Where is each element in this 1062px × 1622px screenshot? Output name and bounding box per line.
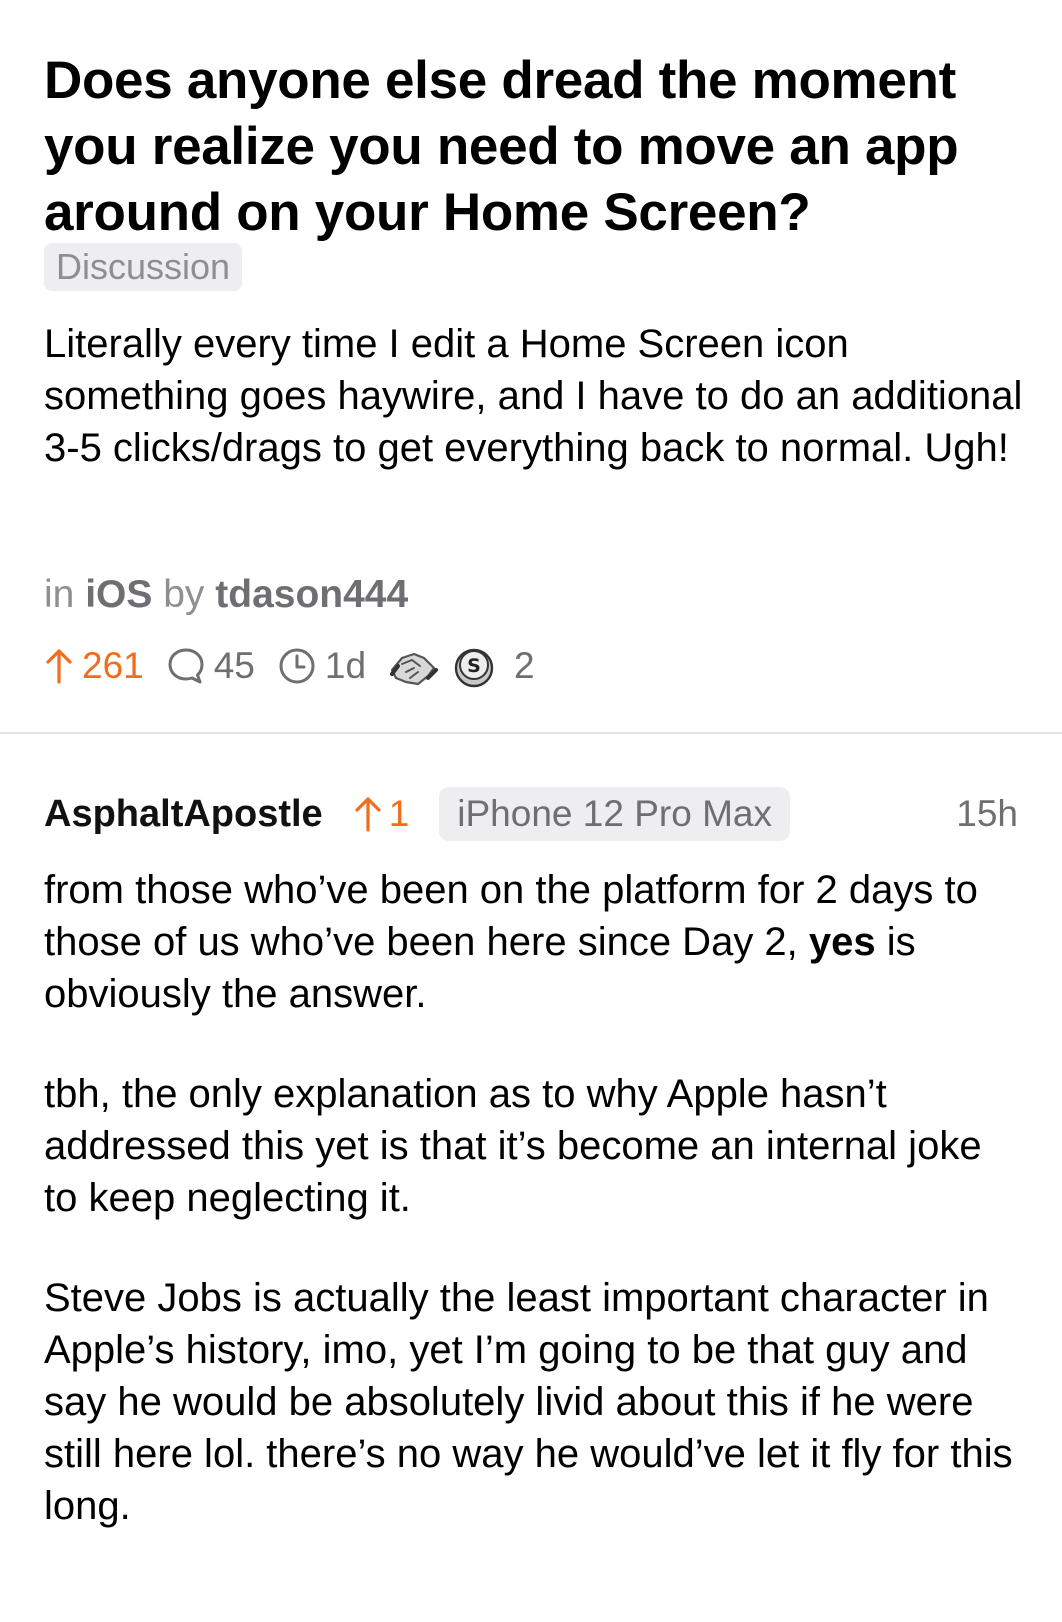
handshake-award-icon <box>390 652 439 686</box>
post-title: Does anyone else dread the moment you re… <box>44 51 959 242</box>
user-flair-badge: iPhone 12 Pro Max <box>439 787 790 841</box>
post-divider <box>0 732 1062 734</box>
comment-bubble-icon <box>168 648 204 684</box>
comment-author[interactable]: AsphaltApostle <box>44 793 323 836</box>
comment-upvote-button[interactable]: 1 <box>353 793 410 835</box>
post-meta: in iOS by tdason444 <box>44 570 408 620</box>
by-label: by <box>163 573 205 616</box>
comment-header: AsphaltApostle 1 iPhone 12 Pro Max 15h <box>44 786 1018 842</box>
in-label: in <box>44 573 75 616</box>
comment-paragraph-3: Steve Jobs is actually the least importa… <box>44 1276 1013 1528</box>
post-upvote-count: 261 <box>82 645 144 686</box>
svg-text:S: S <box>467 655 481 677</box>
comment-paragraph-1: from those who’ve been on the platform f… <box>44 864 1024 1020</box>
post-awards[interactable]: S 2 <box>388 644 535 688</box>
upvote-arrow-icon <box>46 649 72 684</box>
community-link[interactable]: iOS <box>85 573 152 616</box>
post-age-text: 1d <box>324 645 367 686</box>
clock-icon <box>279 648 315 684</box>
post-stats: 261 45 1d S 2 <box>44 640 557 692</box>
post-comment-count: 45 <box>213 645 255 686</box>
comment-upvote-count: 1 <box>388 793 410 834</box>
post-body: Literally every time I edit a Home Scree… <box>44 322 1023 470</box>
silver-coin-award-icon: S <box>454 648 494 688</box>
post-author-link[interactable]: tdason444 <box>215 573 408 616</box>
upvote-arrow-icon <box>355 797 381 832</box>
comment-body: from those who’ve been on the platform f… <box>44 864 1024 1580</box>
award-count: 2 <box>514 645 535 686</box>
comment-paragraph-2: tbh, the only explanation as to why Appl… <box>44 1072 982 1220</box>
comment-time: 15h <box>956 793 1018 834</box>
post-age: 1d <box>277 645 366 687</box>
comment-bold-text: yes <box>808 920 876 964</box>
post-flair[interactable]: Discussion <box>44 243 243 291</box>
post-upvote-button[interactable]: 261 <box>44 645 144 687</box>
post-comments-button[interactable]: 45 <box>166 645 255 687</box>
